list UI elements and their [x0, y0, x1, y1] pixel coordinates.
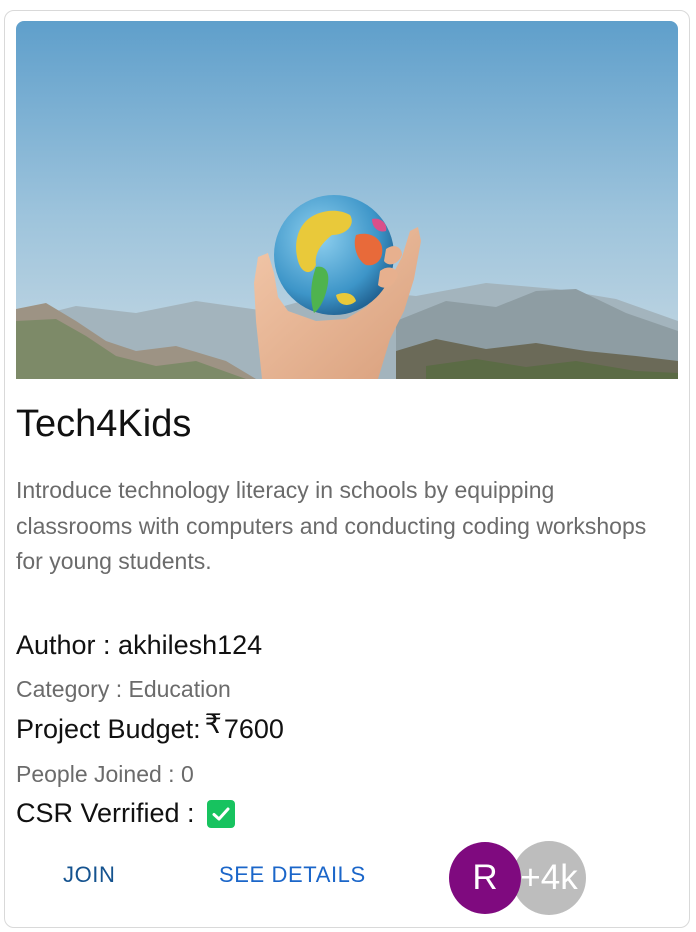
project-title: Tech4Kids: [16, 403, 192, 445]
people-joined: People Joined : 0: [16, 761, 194, 787]
csr-status: CSR Verrified :: [16, 798, 235, 829]
csr-label: CSR Verrified :: [16, 798, 195, 828]
project-budget: Project Budget: ₹7600: [16, 709, 284, 745]
join-button[interactable]: JOIN: [63, 862, 116, 888]
budget-value: 7600: [223, 714, 284, 744]
see-details-button[interactable]: SEE DETAILS: [219, 862, 366, 888]
project-author: Author : akhilesh124: [16, 630, 263, 660]
rupee-icon: ₹: [204, 709, 222, 739]
project-description: Introduce technology literacy in schools…: [16, 477, 647, 574]
project-cover-image: [16, 21, 678, 379]
verified-check-icon: [206, 799, 235, 828]
hand-holding-globe-photo: [16, 21, 678, 379]
more-members-avatar[interactable]: +4k: [512, 841, 586, 915]
project-category: Category : Education: [16, 676, 231, 702]
project-card: Tech4Kids Introduce technology literacy …: [4, 10, 690, 928]
member-avatar[interactable]: R: [449, 842, 521, 914]
budget-label: Project Budget:: [16, 714, 201, 744]
